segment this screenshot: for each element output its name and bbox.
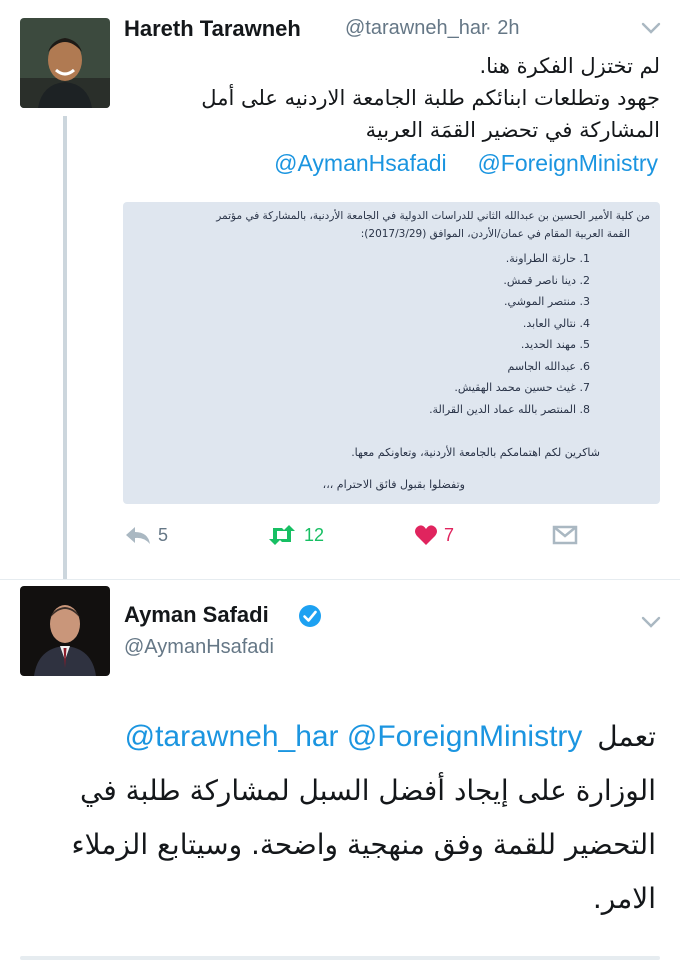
tweet-2: Ayman Safadi @AymanHsafadi @tarawneh_har… (0, 580, 680, 960)
tweet-line: الوزارة على إيجاد أفضل السبل لمشاركة طلب… (80, 774, 656, 807)
author-name[interactable]: Ayman Safadi (124, 602, 269, 628)
tweet-text: @tarawneh_har @ForeignMinistry تعمل الوز… (20, 710, 656, 926)
bottom-divider (20, 956, 660, 960)
list-item: 3. منتصر الموشي. (504, 295, 590, 308)
tweet-line: التحضير للقمة وفق منهجية واضحة. وسيتابع … (71, 828, 656, 861)
image-thanks: شاكرين لكم اهتمامكم بالجامعة الأردنية، و… (351, 446, 600, 459)
retweet-button[interactable]: 12 (266, 524, 324, 546)
reply-button[interactable]: 5 (124, 524, 168, 546)
tweet-actions: 5 12 7 (120, 522, 660, 552)
author-handle[interactable]: @tarawneh_har (345, 17, 488, 40)
list-item: 6. عبدالله الجاسم (507, 359, 591, 373)
heart-icon (415, 525, 437, 545)
list-item: 2. دينا ناصر قمش. (503, 273, 590, 287)
tweet-1: Hareth Tarawneh @tarawneh_har · 2h لم تخ… (0, 0, 680, 580)
tweet-line: @tarawneh_har @ForeignMinistry تعمل (20, 710, 656, 764)
like-button[interactable]: 7 (414, 524, 454, 546)
image-header-1: من كلية الأمير الحسين بن عبدالله الثاني … (216, 210, 650, 222)
list-item: 4. نتالي العابد. (522, 316, 590, 330)
verified-badge-icon (298, 604, 322, 632)
chevron-down-icon[interactable] (640, 614, 662, 633)
tweet-line: المشاركة في تحضير القمَة العربية (365, 118, 660, 142)
mention-link[interactable]: @AymanHsafadi (274, 150, 447, 176)
author-handle[interactable]: @AymanHsafadi (124, 636, 274, 659)
tweet-line: لم تختزل الفكرة هنا. (479, 54, 660, 78)
reply-icon (126, 527, 150, 544)
avatar[interactable] (20, 18, 110, 108)
mention-link[interactable]: @ForeignMinistry (477, 150, 658, 176)
list-item: 7. غيث حسين محمد الهقيش. (454, 381, 590, 394)
retweet-count: 12 (304, 524, 325, 545)
avatar[interactable] (20, 586, 110, 676)
list-item: 8. المنتصر بالله عماد الدين القرالة. (429, 402, 590, 416)
image-header-2: القمة العربية المقام في عمان/الأردن، الم… (360, 228, 630, 240)
mentions-line: @AymanHsafadi @ForeignMinistry (120, 150, 658, 177)
direct-message-button[interactable] (552, 524, 578, 550)
tweet-image[interactable]: من كلية الأمير الحسين بن عبدالله الثاني … (123, 202, 660, 504)
mention-link[interactable]: @tarawneh_har @ForeignMinistry (125, 720, 583, 753)
tweet-line: جهود وتطلعات ابنائكم طلبة الجامعة الاردن… (201, 86, 660, 110)
tweet-line: الامر. (592, 882, 656, 915)
chevron-down-icon[interactable] (640, 20, 662, 39)
tweet-time[interactable]: · 2h (485, 17, 519, 40)
envelope-icon (552, 525, 578, 545)
reply-count: 5 (158, 524, 169, 545)
author-name[interactable]: Hareth Tarawneh (124, 16, 301, 42)
thread-line (63, 116, 67, 580)
image-list: 1. حارثة الطراونة. 2. دينا ناصر قمش. 3. … (290, 252, 590, 424)
first-word: تعمل (597, 720, 656, 753)
list-item: 5. مهند الحديد. (520, 338, 590, 351)
image-closing: وتفضلوا بقبول فائق الاحترام ،،، (322, 478, 465, 491)
like-count: 7 (444, 524, 455, 545)
retweet-icon (269, 525, 295, 545)
tweet-text: لم تختزل الفكرة هنا. جهود وتطلعات ابنائك… (120, 50, 660, 146)
list-item: 1. حارثة الطراونة. (505, 252, 590, 265)
